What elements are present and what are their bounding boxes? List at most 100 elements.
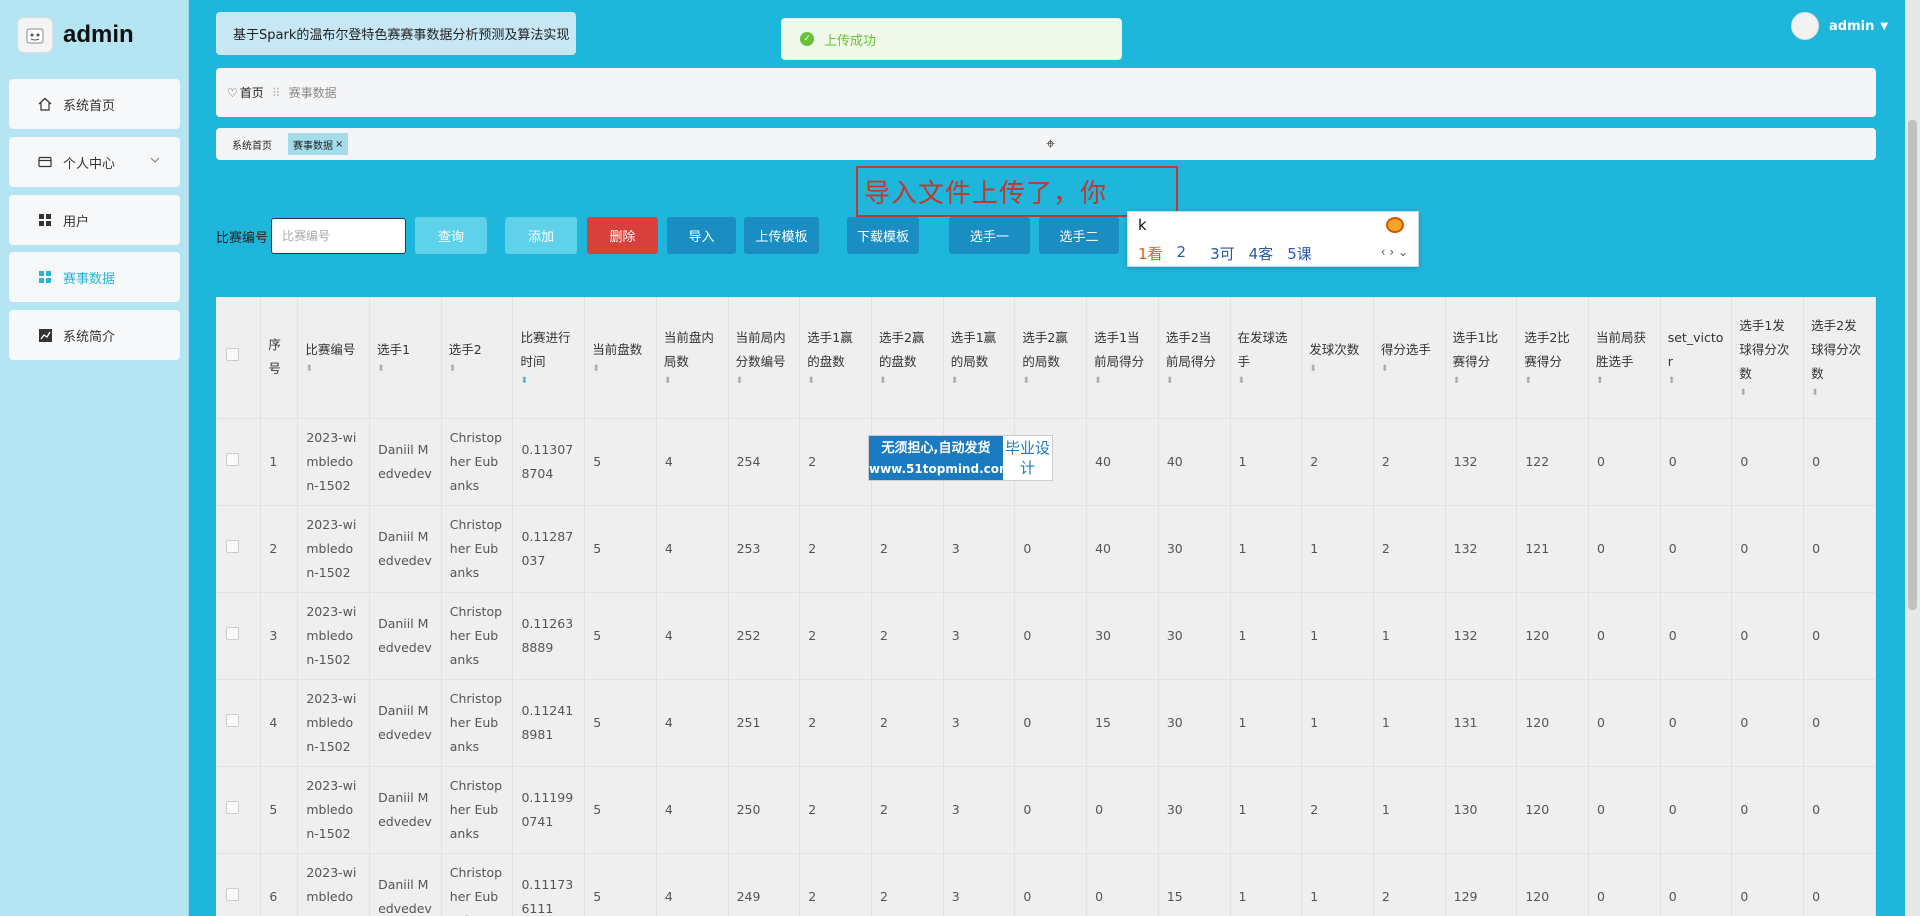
search-input[interactable] — [271, 218, 406, 254]
column-header[interactable]: 当前盘数 ⬍ — [584, 297, 657, 418]
sidebar-item-profile[interactable]: 个人中心 — [9, 137, 180, 187]
ime-candidate[interactable]: 3可 — [1210, 243, 1235, 264]
download-template-button[interactable]: 下载模板 — [847, 217, 919, 254]
delete-button[interactable]: 删除 — [587, 217, 658, 254]
logo-text: admin — [63, 21, 134, 48]
column-header[interactable]: 选手2发球得分次数 ⬍ — [1803, 297, 1876, 418]
column-header[interactable]: 选手2当前局得分 ⬍ — [1158, 297, 1231, 418]
table-cell: 1 — [260, 417, 299, 505]
table-cell: 0 — [1731, 591, 1805, 679]
table-cell: 1 — [1230, 504, 1303, 592]
sort-icon[interactable]: ⬍ — [1739, 386, 1796, 400]
column-header[interactable]: 选手1发球得分次数 ⬍ — [1731, 297, 1805, 418]
add-button[interactable]: 添加 — [505, 217, 577, 254]
tab-home[interactable]: 系统首页 — [227, 133, 277, 155]
table-row[interactable]: 62023-wimbledon-1502Daniil MedvedevChris… — [216, 852, 1876, 916]
column-header[interactable]: 比赛编号 ⬍ — [297, 297, 371, 418]
sort-icon[interactable]: ⬍ — [664, 374, 721, 388]
sidebar-item-about[interactable]: 系统简介 — [9, 310, 180, 360]
table-cell: 2 — [799, 678, 872, 766]
upload-template-button[interactable]: 上传模板 — [744, 217, 819, 254]
select-all-checkbox[interactable] — [216, 297, 262, 418]
sort-icon[interactable]: ⬍ — [1811, 386, 1868, 400]
column-header[interactable]: 选手1赢的局数 ⬍ — [943, 297, 1016, 418]
column-header[interactable]: 当前局内分数编号 ⬍ — [728, 297, 801, 418]
query-button[interactable]: 查询 — [415, 217, 487, 254]
row-checkbox[interactable] — [216, 852, 262, 916]
row-checkbox[interactable] — [216, 678, 262, 766]
row-checkbox[interactable] — [216, 417, 262, 505]
column-header[interactable]: 选手2比赛得分 ⬍ — [1516, 297, 1590, 418]
sort-icon[interactable]: ⬍ — [1094, 374, 1151, 388]
row-checkbox[interactable] — [216, 504, 262, 592]
sort-icon[interactable]: ⬍ — [1668, 374, 1725, 388]
sort-icon[interactable]: ⬍ — [1166, 374, 1223, 388]
column-header[interactable]: 选手2赢的盘数 ⬍ — [871, 297, 944, 418]
column-header[interactable]: 选手2赢的局数 ⬍ — [1014, 297, 1088, 418]
close-icon[interactable]: × — [335, 139, 343, 150]
column-header[interactable]: 选手1赢的盘数 ⬍ — [799, 297, 872, 418]
import-button[interactable]: 导入 — [667, 217, 736, 254]
column-header[interactable]: 选手1 ⬍ — [369, 297, 442, 418]
sort-icon[interactable]: ⬍ — [520, 374, 577, 388]
sort-icon[interactable]: ⬍ — [1596, 374, 1653, 388]
table-cell: 0 — [1660, 504, 1733, 592]
sort-icon[interactable]: ⬍ — [1022, 374, 1079, 388]
sidebar-item-match-data[interactable]: 赛事数据 — [9, 252, 180, 302]
sidebar-item-home[interactable]: 系统首页 — [9, 79, 180, 129]
column-header[interactable]: 选手2 ⬍ — [441, 297, 514, 418]
table-cell: 3 — [943, 504, 1016, 592]
column-header[interactable]: 在发球选手 ⬍ — [1230, 297, 1303, 418]
column-header[interactable]: 选手1比赛得分 ⬍ — [1445, 297, 1518, 418]
table-cell: 4 — [656, 765, 729, 853]
column-header[interactable]: 得分选手 ⬍ — [1373, 297, 1446, 418]
breadcrumb-home[interactable]: 首页 — [240, 84, 264, 101]
sort-icon[interactable]: ⬍ — [305, 362, 362, 376]
table-cell: 5 — [584, 504, 657, 592]
sort-icon[interactable]: ⬍ — [1524, 374, 1581, 388]
table-row[interactable]: 5 2023-wimbledon-1502 Daniil Medvedev Chris… — [216, 765, 1876, 853]
tab-match-data[interactable]: 赛事数据 × — [288, 133, 349, 155]
breadcrumb-current: 赛事数据 — [288, 86, 337, 100]
table-cell: 0 — [1014, 678, 1088, 766]
sort-icon[interactable]: ⬍ — [879, 374, 936, 388]
table-cell: 1 — [1301, 591, 1374, 679]
column-header[interactable]: 选手1当前局得分 ⬍ — [1086, 297, 1159, 418]
sort-icon[interactable]: ⬍ — [1238, 374, 1295, 388]
table-cell: 0 — [1731, 417, 1805, 505]
column-header[interactable]: set_victor ⬍ — [1660, 297, 1733, 418]
sort-icon[interactable]: ⬍ — [807, 374, 864, 388]
table-row[interactable]: 2 2023-wimbledon-1502 Daniil Medvedev Chris… — [216, 504, 1876, 592]
ime-candidate[interactable]: 1看 — [1138, 243, 1163, 264]
sort-icon[interactable]: ⬍ — [736, 374, 793, 388]
scrollbar-thumb[interactable] — [1908, 120, 1917, 610]
column-header[interactable]: 当前局获胜选手 ⬍ — [1588, 297, 1661, 418]
table-cell: 1 — [1301, 678, 1374, 766]
column-header[interactable]: 序号 — [260, 297, 299, 418]
row-checkbox[interactable] — [216, 591, 262, 679]
player2-button[interactable]: 选手二 — [1039, 217, 1119, 254]
user-menu[interactable]: admin ▼ — [1791, 12, 1888, 40]
sort-icon[interactable]: ⬍ — [1309, 362, 1366, 376]
column-header[interactable]: 比赛进行时间 ⬍ — [512, 297, 586, 418]
column-header[interactable]: 发球次数 ⬍ — [1301, 297, 1374, 418]
sort-icon[interactable]: ⬍ — [1453, 374, 1510, 388]
sidebar-item-users[interactable]: 用户 — [9, 195, 180, 245]
sort-icon[interactable]: ⬍ — [592, 362, 649, 376]
ime-candidate[interactable]: 2 — [1177, 243, 1187, 264]
sort-icon[interactable]: ⬍ — [951, 374, 1008, 388]
table-cell: 122 — [1516, 417, 1590, 505]
ime-page-arrows-icon[interactable]: ‹ › ⌄ — [1381, 245, 1408, 259]
table-cell: 5 — [584, 591, 657, 679]
sort-icon[interactable]: ⬍ — [377, 362, 434, 376]
column-header[interactable]: 当前盘内局数 ⬍ — [656, 297, 729, 418]
table-row[interactable]: 4 2023-wimbledon-1502 Daniil Medvedev Chris… — [216, 678, 1876, 766]
sort-icon[interactable]: ⬍ — [1381, 362, 1438, 376]
sort-icon[interactable]: ⬍ — [449, 362, 506, 376]
player1-button[interactable]: 选手一 — [949, 217, 1030, 254]
chart-icon — [37, 327, 53, 343]
ime-candidate[interactable]: 5课 — [1287, 243, 1312, 264]
ime-candidate[interactable]: 4客 — [1249, 243, 1274, 264]
row-checkbox[interactable] — [216, 765, 262, 853]
table-row[interactable]: 3 2023-wimbledon-1502 Daniil Medvedev Chris… — [216, 591, 1876, 679]
